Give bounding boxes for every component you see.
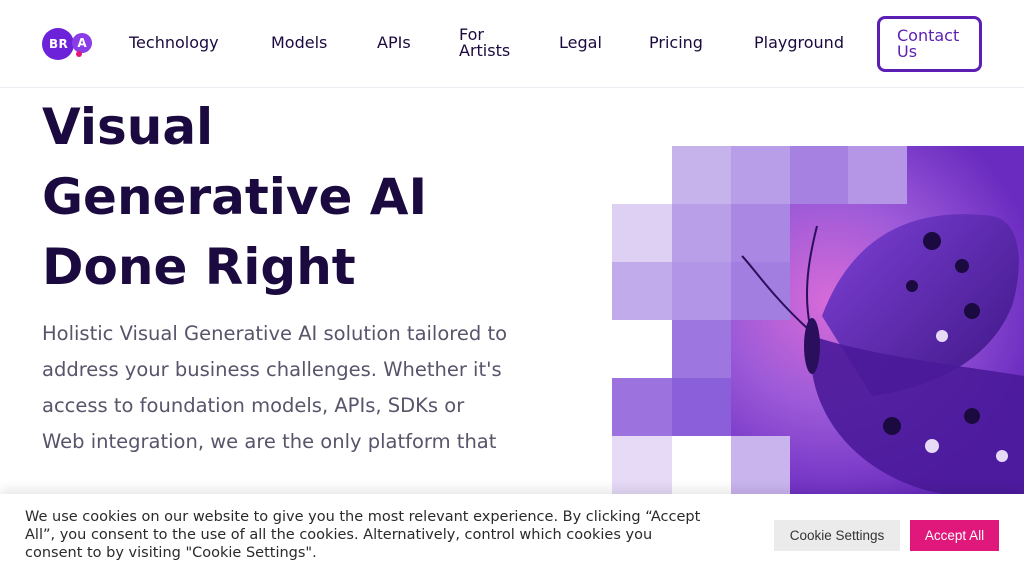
cookie-banner: We use cookies on our website to give yo… [0, 494, 1024, 576]
nav-legal[interactable]: Legal [559, 34, 602, 52]
accept-all-button[interactable]: Accept All [910, 520, 999, 551]
site-header: BR A Technology Models APIs For Artists … [0, 0, 1024, 88]
cookie-settings-button[interactable]: Cookie Settings [774, 520, 900, 551]
bria-logo[interactable]: BR A [42, 28, 92, 60]
nav-models[interactable]: Models [271, 34, 327, 52]
contact-us-button[interactable]: Contact Us [877, 16, 982, 72]
nav-technology[interactable]: Technology [129, 34, 219, 52]
logo-text: BR [49, 37, 68, 51]
logo-accent-letter: A [72, 33, 92, 53]
logo-dot [76, 51, 82, 57]
hero-title: Visual Generative AI Done Right [42, 98, 428, 296]
nav-playground[interactable]: Playground [754, 34, 844, 52]
cookie-consent-text: We use cookies on our website to give yo… [25, 509, 701, 561]
nav-pricing[interactable]: Pricing [649, 34, 703, 52]
nav-for-artists[interactable]: For Artists [459, 27, 519, 59]
hero-description: Holistic Visual Generative AI solution t… [42, 322, 508, 453]
butterfly-mosaic-image [612, 146, 1024, 494]
nav-apis[interactable]: APIs [377, 34, 411, 52]
